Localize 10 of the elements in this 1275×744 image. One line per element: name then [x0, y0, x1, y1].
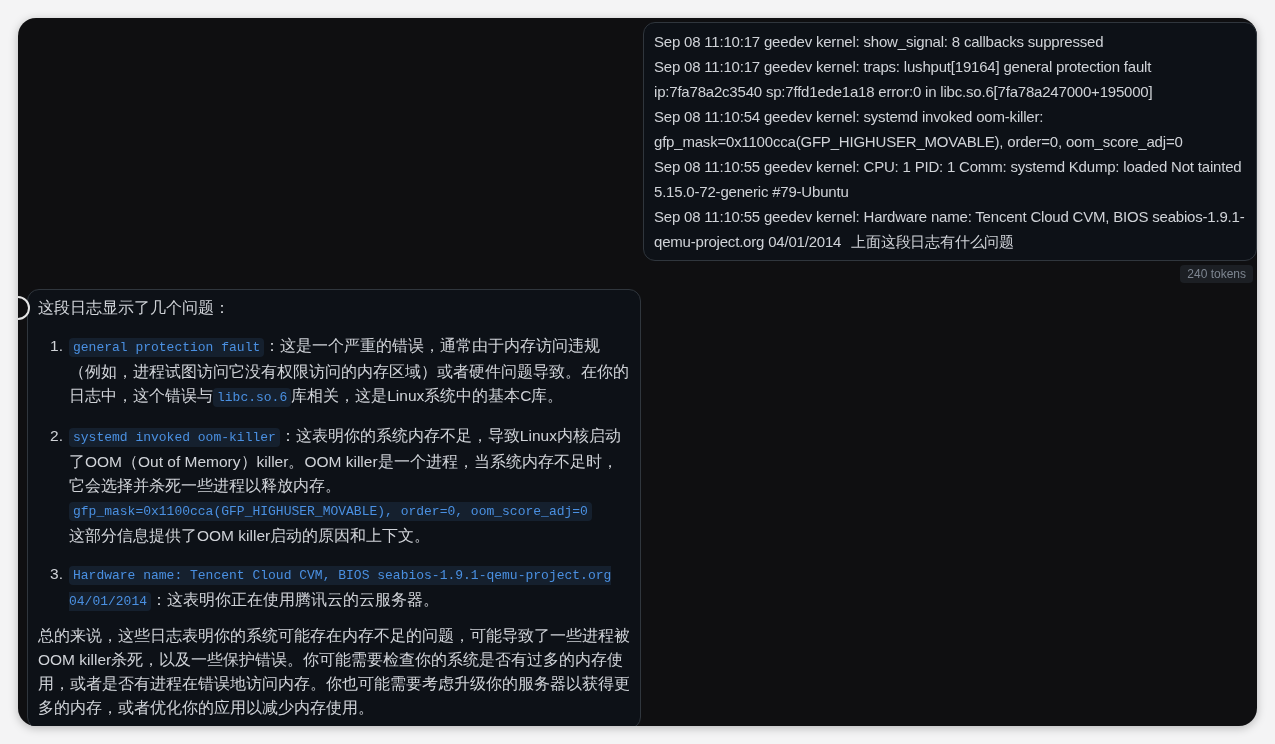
- list-item-text: systemd invoked oom-killer ：这表明你的系统内存不足，导致Linux内核启动了OOM（Out of Memory）killer。OOM killer是一个进程，当系统内存不足时，它会选择并杀死一些进程以释放内存。 gfp_mask=0x1100cca(GFP_HIGHUSER_MOVABLE), order=0, oom_score_adj=0 这部分信息提供了OOM killer启动的原因和上下文。: [69, 426, 622, 546]
- list-number: 3.: [49, 564, 64, 584]
- token-count: 240 tokens: [1180, 265, 1253, 283]
- list-item-text: Hardware name: Tencent Cloud CVM, BIOS seabios-1.9.1-qemu-project.org 04/01/2014 ：这表明你正在使用腾讯云的云服务器。: [69, 565, 613, 613]
- answer-summary: 总的来说，这些日志表明你的系统可能存在内存不足的问题，可能导致了一些进程被OOM killer杀死，以及一些保护错误。你可能需要检查你的系统是否有过多的内存使用，或者是否有进程在错误地访问内存。你也可能需要考虑升级你的服务器以获得更多的内存，或者优化你的应用以减少内存使用。: [38, 626, 630, 718]
- answer-intro: 这段日志显示了几个问题：: [38, 298, 231, 318]
- list-item-text: general protection fault ：这是一个严重的错误，通常由于内存访问违规（例如，进程试图访问它没有权限访问的内存区域）或者硬件问题导致。在你的日志中，这个错误与 libc.so.6 库相关，这是Linux系统中的基本C库。: [69, 336, 630, 409]
- user-message: Sep 08 11:10:17 geedev kernel: show_signal: 8 callbacks suppressed Sep 08 11:10:17 geedev kernel: traps: lushput[19164] general protection fault ip:7fa78a2c3540 sp:7ffd1ede1a18 error:0 in libc.so.6[7fa78a247000+195000] Sep 08 11:10:54 geedev kernel: systemd invoked oom-killer: gfp_mask=0x1100cca(GFP_HIGHUSER_MOVABLE), order=0, oom_score_adj=0 Sep 08 11:10:55 geedev kernel: CPU: 1 PID: 1 Comm: systemd Kdump: loaded Not tainted 5.15.0-72-generic #79-Ubuntu Sep 08 11:10:55 geedev kernel: Hardware name: Tencent Cloud CVM, BIOS seabios-1.9.1-qemu-project.org 04/01/2014 上面这段日志有什么问题: [643, 22, 1257, 261]
- list-number: 1.: [49, 336, 64, 356]
- list-number: 2.: [49, 426, 64, 446]
